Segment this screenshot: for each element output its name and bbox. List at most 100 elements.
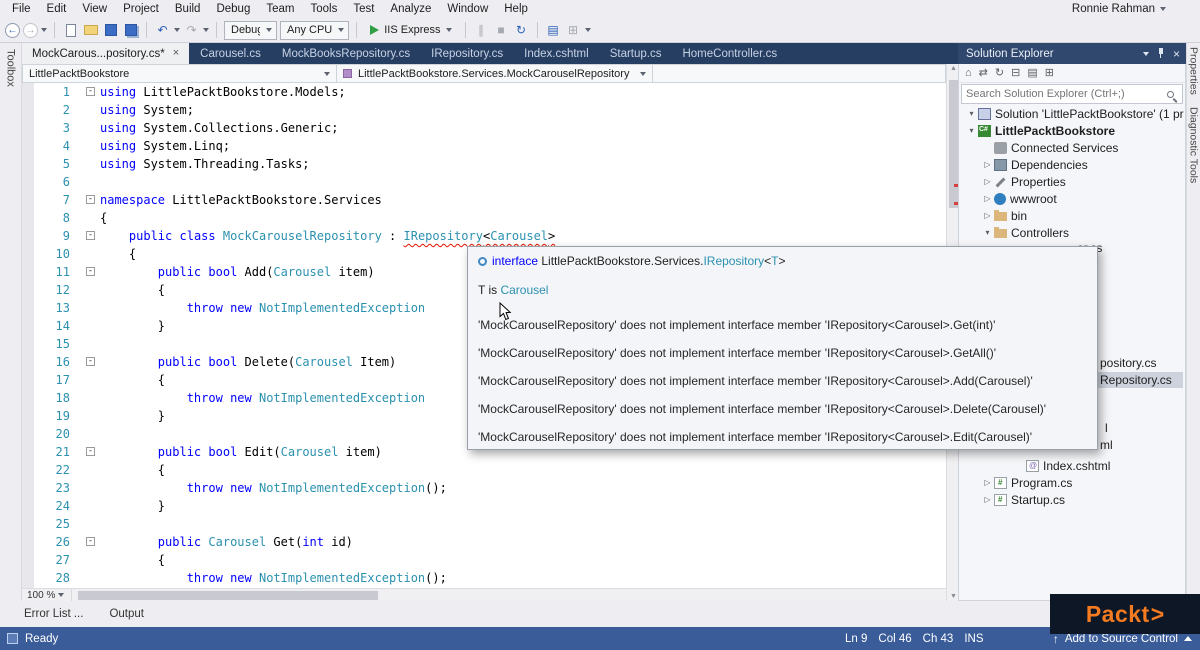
breakpoint-margin[interactable] <box>22 227 34 245</box>
start-debugging-button[interactable]: IIS Express <box>364 21 457 40</box>
solution-explorer-header[interactable]: Solution Explorer × <box>958 43 1186 64</box>
column-indicator[interactable]: Col 46 <box>878 633 911 645</box>
tab-startup-cs[interactable]: Startup.cs <box>600 43 672 64</box>
tree-item-fragment[interactable]: Repository.cs <box>1098 372 1183 388</box>
tab-homecontroller-cs[interactable]: HomeController.cs <box>672 43 787 64</box>
save-all-icon[interactable] <box>122 22 139 39</box>
tree-item-solution-littlepacktbookstore-1-pr[interactable]: ▾ Solution 'LittlePacktBookstore' (1 pr <box>959 105 1185 122</box>
breakpoint-margin[interactable] <box>22 425 34 443</box>
panel-tab-error-list[interactable]: Error List ... <box>24 608 83 620</box>
project-dropdown[interactable]: LittlePacktBookstore <box>23 65 337 82</box>
code-text[interactable]: namespace LittlePacktBookstore.Services <box>100 191 946 209</box>
menu-build[interactable]: Build <box>167 2 209 16</box>
tab-index-cshtml[interactable]: Index.cshtml <box>514 43 599 64</box>
menu-analyze[interactable]: Analyze <box>382 2 439 16</box>
tree-item-fragment[interactable]: l <box>1105 420 1108 436</box>
code-text[interactable]: throw new NotImplementedException(); <box>100 479 946 497</box>
menu-edit[interactable]: Edit <box>39 2 75 16</box>
expander-collapsed-icon[interactable]: ▷ <box>981 194 994 203</box>
tree-item-controllers[interactable]: ▾ Controllers <box>959 224 1185 241</box>
code-text[interactable]: { <box>100 461 946 479</box>
find-in-files-icon[interactable]: ▤ <box>545 22 562 39</box>
scrollbar-thumb[interactable] <box>949 80 958 208</box>
code-text[interactable]: using System; <box>100 101 946 119</box>
code-text[interactable] <box>100 173 946 191</box>
collapse-region-icon[interactable]: - <box>86 87 95 96</box>
properties-tab[interactable]: Properties <box>1188 47 1200 95</box>
tree-item-startup-cs[interactable]: ▷ Startup.cs <box>959 491 1185 508</box>
insert-mode-indicator[interactable]: INS <box>964 633 983 645</box>
refresh-icon[interactable]: ↻ <box>513 22 530 39</box>
panel-tab-output[interactable]: Output <box>109 608 144 620</box>
tree-item-fragment[interactable]: pository.cs <box>1100 355 1156 371</box>
code-text[interactable]: { <box>100 551 946 569</box>
tree-item-connected-services[interactable]: Connected Services <box>959 139 1185 156</box>
code-text[interactable] <box>100 515 946 533</box>
collapse-region-icon[interactable]: - <box>86 195 95 204</box>
breakpoint-margin[interactable] <box>22 353 34 371</box>
expander-collapsed-icon[interactable]: ▷ <box>981 495 994 504</box>
menu-help[interactable]: Help <box>496 2 536 16</box>
break-all-icon[interactable]: ∥ <box>473 22 490 39</box>
tree-item-littlepacktbookstore[interactable]: ▾ LittlePacktBookstore <box>959 122 1185 139</box>
collapse-region-icon[interactable]: - <box>86 447 95 456</box>
menu-test[interactable]: Test <box>345 2 382 16</box>
breakpoint-margin[interactable] <box>22 299 34 317</box>
home-icon[interactable]: ⌂ <box>965 67 972 79</box>
breakpoint-margin[interactable] <box>22 155 34 173</box>
tree-item-properties[interactable]: ▷ Properties <box>959 173 1185 190</box>
tree-item-wwwroot[interactable]: ▷ wwwroot <box>959 190 1185 207</box>
expander-collapsed-icon[interactable]: ▷ <box>981 160 994 169</box>
expander-collapsed-icon[interactable]: ▷ <box>981 478 994 487</box>
expander-expanded-icon[interactable]: ▾ <box>965 126 978 135</box>
breakpoint-margin[interactable] <box>22 371 34 389</box>
menu-file[interactable]: File <box>4 2 39 16</box>
tab-mockbooksrepository-cs[interactable]: MockBooksRepository.cs <box>272 43 420 64</box>
code-text[interactable]: using LittlePacktBookstore.Models; <box>100 83 946 101</box>
stop-debugging-icon[interactable]: ■ <box>493 22 510 39</box>
menu-tools[interactable]: Tools <box>302 2 345 16</box>
breakpoint-margin[interactable] <box>22 83 34 101</box>
scrollbar-thumb[interactable] <box>78 590 378 600</box>
expander-collapsed-icon[interactable]: ▷ <box>981 211 994 220</box>
breakpoint-margin[interactable] <box>22 281 34 299</box>
show-all-files-icon[interactable]: ▤ <box>1027 67 1037 79</box>
code-text[interactable]: { <box>100 209 946 227</box>
code-text[interactable]: throw new NotImplementedException(); <box>100 569 946 587</box>
toolbar-options-caret-icon[interactable] <box>584 28 591 32</box>
tab-carousel-cs[interactable]: Carousel.cs <box>190 43 271 64</box>
close-icon[interactable]: × <box>1173 48 1180 60</box>
breakpoint-margin[interactable] <box>22 407 34 425</box>
navigation-history-caret-icon[interactable] <box>41 28 47 32</box>
collapse-region-icon[interactable]: - <box>86 537 95 546</box>
search-input[interactable] <box>962 88 1167 100</box>
signed-in-user[interactable]: Ronnie Rahman <box>1072 3 1155 15</box>
diagnostic-tools-tab[interactable]: Diagnostic Tools <box>1188 107 1200 183</box>
refresh-icon[interactable]: ↻ <box>995 67 1004 79</box>
editor-zoom-control[interactable]: 100 % <box>22 589 72 601</box>
menu-debug[interactable]: Debug <box>208 2 258 16</box>
expander-expanded-icon[interactable]: ▾ <box>965 109 978 118</box>
breakpoint-margin[interactable] <box>22 533 34 551</box>
menu-view[interactable]: View <box>74 2 115 16</box>
tab-mockcarous-pository-cs[interactable]: MockCarous...pository.cs* × <box>22 43 190 64</box>
menu-team[interactable]: Team <box>258 2 302 16</box>
code-text[interactable]: using System.Threading.Tasks; <box>100 155 946 173</box>
breakpoint-margin[interactable] <box>22 173 34 191</box>
breakpoint-margin[interactable] <box>22 137 34 155</box>
tree-item-program-cs[interactable]: ▷ Program.cs <box>959 474 1185 491</box>
collapse-region-icon[interactable]: - <box>86 357 95 366</box>
expander-expanded-icon[interactable]: ▾ <box>981 228 994 237</box>
breakpoint-margin[interactable] <box>22 479 34 497</box>
code-text[interactable]: using System.Linq; <box>100 137 946 155</box>
breakpoint-margin[interactable] <box>22 551 34 569</box>
solution-configuration-combo[interactable]: Debug <box>224 20 277 40</box>
redo-caret-icon[interactable] <box>203 28 209 32</box>
breakpoint-margin[interactable] <box>22 245 34 263</box>
code-text[interactable]: public Carousel Get(int id) <box>100 533 946 551</box>
character-indicator[interactable]: Ch 43 <box>923 633 954 645</box>
menu-project[interactable]: Project <box>115 2 167 16</box>
expander-collapsed-icon[interactable]: ▷ <box>981 177 994 186</box>
member-dropdown[interactable] <box>653 65 945 82</box>
pin-icon[interactable] <box>1157 48 1165 59</box>
